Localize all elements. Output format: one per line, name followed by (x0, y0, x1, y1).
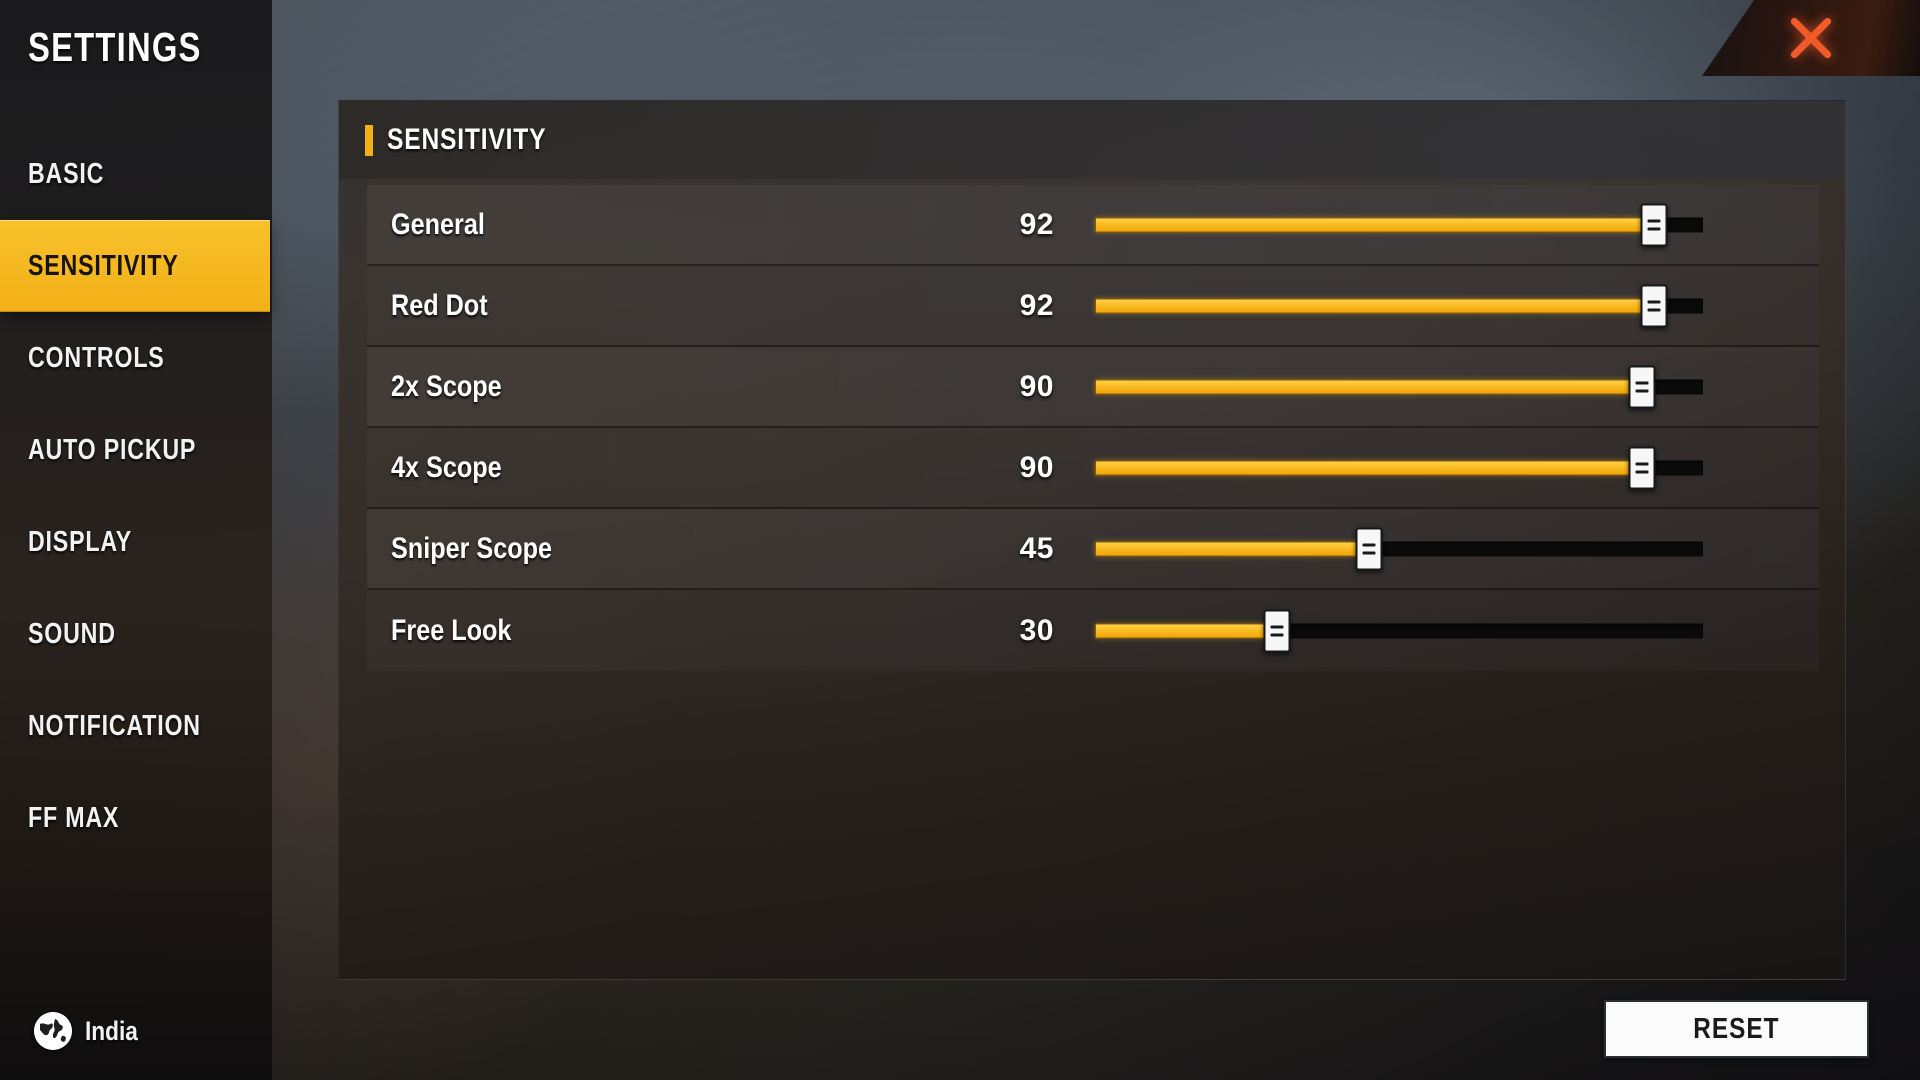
region-indicator[interactable]: India (34, 1012, 148, 1050)
sensitivity-row-value: 90 (1019, 450, 1054, 484)
close-button[interactable] (1702, 0, 1920, 76)
reset-button[interactable]: RESET (1604, 1000, 1869, 1058)
sensitivity-row: 2x Scope 90 (367, 347, 1819, 428)
sidebar-item-ff-max[interactable]: FF MAX (0, 772, 272, 864)
slider-thumb[interactable] (1640, 284, 1668, 327)
sidebar-item-label: CONTROLS (28, 341, 165, 374)
panel-header: SENSITIVITY (339, 101, 1845, 179)
sensitivity-row: General 92 (367, 185, 1819, 266)
sensitivity-slider[interactable] (1095, 365, 1703, 408)
sidebar: SETTINGS BASIC SENSITIVITY CONTROLS AUTO PI… (0, 0, 272, 1080)
sensitivity-row-value: 92 (1019, 288, 1054, 322)
slider-fill (1095, 379, 1643, 394)
sensitivity-row-value: 45 (1019, 531, 1054, 565)
slider-fill (1095, 298, 1655, 313)
sensitivity-row-value: 92 (1019, 207, 1054, 241)
sidebar-item-basic[interactable]: BASIC (0, 128, 272, 220)
sensitivity-row-label: 4x Scope (391, 450, 502, 484)
slider-thumb[interactable] (1628, 446, 1656, 489)
sidebar-item-display[interactable]: DISPLAY (0, 496, 272, 588)
sensitivity-row: Sniper Scope 45 (367, 509, 1819, 590)
reset-button-label: RESET (1693, 1012, 1780, 1045)
sidebar-item-sound[interactable]: SOUND (0, 588, 272, 680)
sensitivity-row: Red Dot 92 (367, 266, 1819, 347)
sidebar-item-label: SOUND (28, 617, 116, 650)
sensitivity-row: Free Look 30 (367, 590, 1819, 671)
sensitivity-row-value: 30 (1019, 613, 1054, 647)
sensitivity-row: 4x Scope 90 (367, 428, 1819, 509)
panel-title: SENSITIVITY (387, 123, 547, 156)
sensitivity-row-label: General (391, 207, 485, 241)
sidebar-item-label: SENSITIVITY (28, 249, 179, 282)
sidebar-item-label: BASIC (28, 157, 105, 190)
sensitivity-slider[interactable] (1095, 609, 1703, 652)
region-label: India (85, 1015, 138, 1046)
settings-screen: SETTINGS BASIC SENSITIVITY CONTROLS AUTO PI… (0, 0, 1920, 1080)
sensitivity-slider[interactable] (1095, 203, 1703, 246)
sidebar-item-auto-pickup[interactable]: AUTO PICKUP (0, 404, 272, 496)
sensitivity-rows: General 92 Red Dot 92 2x Scope 90 4x Scope 90 Sn… (367, 185, 1819, 671)
sidebar-item-label: FF MAX (28, 801, 120, 834)
slider-fill (1095, 541, 1369, 556)
sensitivity-row-label: 2x Scope (391, 369, 502, 403)
sidebar-item-notification[interactable]: NOTIFICATION (0, 680, 272, 772)
sidebar-item-label: DISPLAY (28, 525, 133, 558)
globe-icon (34, 1012, 72, 1050)
sensitivity-row-value: 90 (1019, 369, 1054, 403)
sensitivity-row-label: Free Look (391, 613, 512, 647)
slider-thumb[interactable] (1628, 365, 1656, 408)
sidebar-nav: BASIC SENSITIVITY CONTROLS AUTO PICKUP DISPL… (0, 128, 272, 864)
close-icon (1785, 12, 1837, 64)
sensitivity-slider[interactable] (1095, 284, 1703, 327)
sensitivity-panel: SENSITIVITY General 92 Red Dot 92 2x Scope 90… (338, 100, 1846, 980)
sidebar-item-sensitivity[interactable]: SENSITIVITY (0, 220, 270, 312)
page-title: SETTINGS (28, 24, 202, 70)
sensitivity-row-label: Red Dot (391, 288, 488, 322)
sensitivity-row-label: Sniper Scope (391, 531, 553, 565)
sidebar-item-label: AUTO PICKUP (28, 433, 197, 466)
slider-fill (1095, 623, 1278, 638)
slider-thumb[interactable] (1640, 203, 1668, 246)
slider-thumb[interactable] (1263, 609, 1291, 652)
sensitivity-slider[interactable] (1095, 446, 1703, 489)
sidebar-item-controls[interactable]: CONTROLS (0, 312, 272, 404)
sidebar-item-label: NOTIFICATION (28, 709, 201, 742)
slider-fill (1095, 217, 1655, 232)
slider-thumb[interactable] (1355, 527, 1383, 570)
slider-fill (1095, 460, 1643, 475)
accent-bar-icon (365, 124, 373, 156)
sensitivity-slider[interactable] (1095, 527, 1703, 570)
